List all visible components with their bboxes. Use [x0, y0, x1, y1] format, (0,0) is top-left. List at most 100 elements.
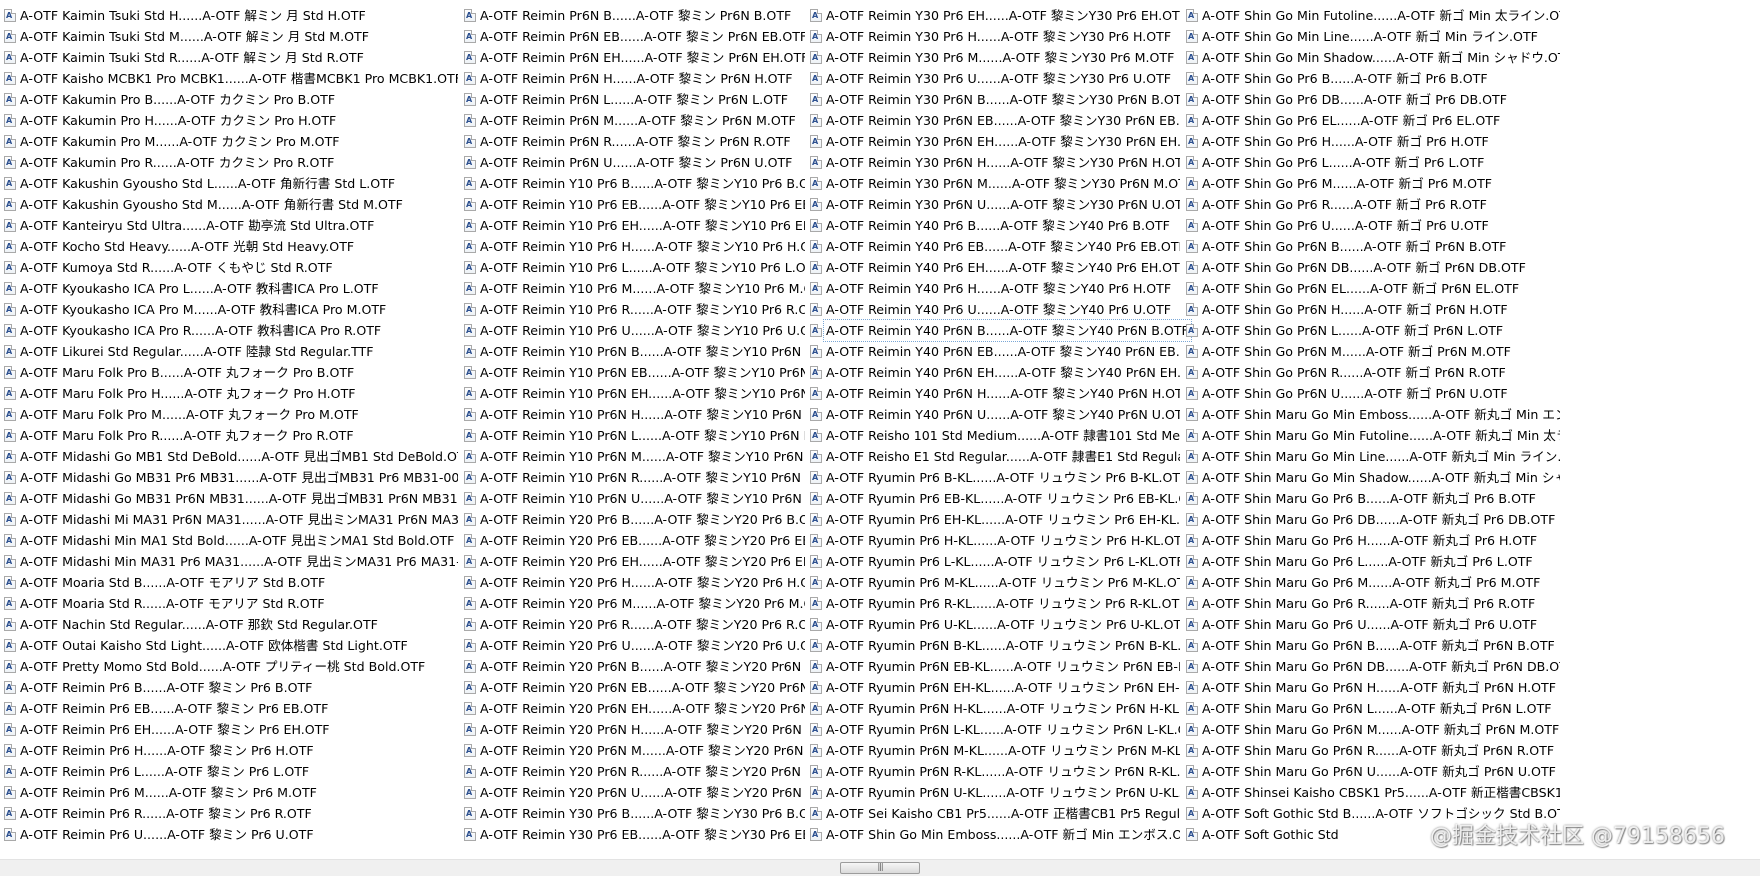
file-item[interactable]: A-OTF Ryumin Pr6 L-KL......A-OTF リュウミン P…	[806, 551, 1180, 572]
file-item[interactable]: A-OTF Shin Go Pr6N U......A-OTF 新ゴ Pr6N …	[1182, 383, 1560, 404]
file-item[interactable]: A-OTF Reimin Y10 Pr6 B......A-OTF 黎ミンY10…	[460, 173, 805, 194]
file-item[interactable]: A-OTF Shin Go Min Shadow......A-OTF 新ゴ M…	[1182, 47, 1560, 68]
file-item[interactable]: A-OTF Reimin Y40 Pr6 EB......A-OTF 黎ミンY4…	[806, 236, 1180, 257]
file-item[interactable]: A-OTF Shin Go Pr6N R......A-OTF 新ゴ Pr6N …	[1182, 362, 1560, 383]
file-item[interactable]: A-OTF Reimin Y20 Pr6 R......A-OTF 黎ミンY20…	[460, 614, 805, 635]
file-item[interactable]: A-OTF Reimin Pr6N U......A-OTF 黎ミン Pr6N …	[460, 152, 805, 173]
file-item[interactable]: A-OTF Reimin Y10 Pr6N B......A-OTF 黎ミンY1…	[460, 341, 805, 362]
file-item[interactable]: A-OTF Moaria Std B......A-OTF モアリア Std B…	[0, 572, 458, 593]
file-item[interactable]: A-OTF Ryumin Pr6 EB-KL......A-OTF リュウミン …	[806, 488, 1180, 509]
file-item[interactable]: A-OTF Reimin Y10 Pr6 M......A-OTF 黎ミンY10…	[460, 278, 805, 299]
file-item[interactable]: A-OTF Reimin Y30 Pr6 B......A-OTF 黎ミンY30…	[460, 803, 805, 824]
file-item[interactable]: A-OTF Ryumin Pr6N M-KL......A-OTF リュウミン …	[806, 740, 1180, 761]
file-item[interactable]: A-OTF Kyoukasho ICA Pro M......A-OTF 教科書…	[0, 299, 458, 320]
file-item[interactable]: A-OTF Reimin Y30 Pr6 EB......A-OTF 黎ミンY3…	[460, 824, 805, 841]
file-item[interactable]: A-OTF Shin Go Pr6 EL......A-OTF 新ゴ Pr6 E…	[1182, 110, 1560, 131]
file-item[interactable]: A-OTF Shin Go Pr6 R......A-OTF 新ゴ Pr6 R.…	[1182, 194, 1560, 215]
file-item[interactable]: A-OTF Reimin Y10 Pr6N L......A-OTF 黎ミンY1…	[460, 425, 805, 446]
file-item[interactable]: A-OTF Kakushin Gyousho Std M......A-OTF …	[0, 194, 458, 215]
file-item[interactable]: A-OTF Ryumin Pr6 B-KL......A-OTF リュウミン P…	[806, 467, 1180, 488]
file-item[interactable]: A-OTF Reimin Y10 Pr6N EH......A-OTF 黎ミンY…	[460, 383, 805, 404]
file-item[interactable]: A-OTF Maru Folk Pro H......A-OTF 丸フォーク P…	[0, 383, 458, 404]
file-item[interactable]: A-OTF Shin Maru Go Pr6N B......A-OTF 新丸ゴ…	[1182, 635, 1560, 656]
file-item[interactable]: A-OTF Outai Kaisho Std Light......A-OTF …	[0, 635, 458, 656]
file-item[interactable]: A-OTF Shin Maru Go Min Futoline......A-O…	[1182, 425, 1560, 446]
file-item[interactable]: A-OTF Shin Go Min Emboss......A-OTF 新ゴ M…	[806, 824, 1180, 841]
file-item[interactable]: A-OTF Reimin Y20 Pr6 U......A-OTF 黎ミンY20…	[460, 635, 805, 656]
file-item[interactable]: A-OTF Reimin Pr6 L......A-OTF 黎ミン Pr6 L.…	[0, 761, 458, 782]
file-item[interactable]: A-OTF Reimin Y20 Pr6N U......A-OTF 黎ミンY2…	[460, 782, 805, 803]
file-item[interactable]: A-OTF Shin Go Pr6N M......A-OTF 新ゴ Pr6N …	[1182, 341, 1560, 362]
file-item[interactable]: A-OTF Reimin Pr6 M......A-OTF 黎ミン Pr6 M.…	[0, 782, 458, 803]
file-item[interactable]: A-OTF Ryumin Pr6N EB-KL......A-OTF リュウミン…	[806, 656, 1180, 677]
file-item[interactable]: A-OTF Ryumin Pr6N L-KL......A-OTF リュウミン …	[806, 719, 1180, 740]
file-item[interactable]: A-OTF Reimin Y30 Pr6N H......A-OTF 黎ミンY3…	[806, 152, 1180, 173]
file-item[interactable]: A-OTF Shin Maru Go Pr6 R......A-OTF 新丸ゴ …	[1182, 593, 1560, 614]
file-item[interactable]: A-OTF Ryumin Pr6 EH-KL......A-OTF リュウミン …	[806, 509, 1180, 530]
file-item[interactable]: A-OTF Reimin Y30 Pr6N U......A-OTF 黎ミンY3…	[806, 194, 1180, 215]
file-item[interactable]: A-OTF Maru Folk Pro R......A-OTF 丸フォーク P…	[0, 425, 458, 446]
file-item[interactable]: A-OTF Shin Go Pr6N L......A-OTF 新ゴ Pr6N …	[1182, 320, 1560, 341]
file-item[interactable]: A-OTF Reimin Y40 Pr6 H......A-OTF 黎ミンY40…	[806, 278, 1180, 299]
file-item[interactable]: A-OTF Kaisho MCBK1 Pro MCBK1......A-OTF …	[0, 68, 458, 89]
file-item[interactable]: A-OTF Kakumin Pro B......A-OTF カクミン Pro …	[0, 89, 458, 110]
file-item[interactable]: A-OTF Pretty Momo Std Bold......A-OTF プリ…	[0, 656, 458, 677]
file-item[interactable]: A-OTF Shin Go Pr6 U......A-OTF 新ゴ Pr6 U.…	[1182, 215, 1560, 236]
file-item[interactable]: A-OTF Reimin Y10 Pr6 R......A-OTF 黎ミンY10…	[460, 299, 805, 320]
file-item[interactable]: A-OTF Reimin Y20 Pr6N H......A-OTF 黎ミンY2…	[460, 719, 805, 740]
file-item[interactable]: A-OTF Kumoya Std R......A-OTF くもやじ Std R…	[0, 257, 458, 278]
file-item[interactable]: A-OTF Ryumin Pr6N H-KL......A-OTF リュウミン …	[806, 698, 1180, 719]
file-item[interactable]: A-OTF Reimin Pr6N B......A-OTF 黎ミン Pr6N …	[460, 5, 805, 26]
file-item[interactable]: A-OTF Shin Go Pr6N B......A-OTF 新ゴ Pr6N …	[1182, 236, 1560, 257]
file-item[interactable]: A-OTF Reimin Y30 Pr6N B......A-OTF 黎ミンY3…	[806, 89, 1180, 110]
file-item[interactable]: A-OTF Reimin Y30 Pr6 M......A-OTF 黎ミンY30…	[806, 47, 1180, 68]
file-item[interactable]: A-OTF Moaria Std R......A-OTF モアリア Std R…	[0, 593, 458, 614]
file-item[interactable]: A-OTF Midashi Mi MA31 Pr6N MA31......A-O…	[0, 509, 458, 530]
file-item[interactable]: A-OTF Kaimin Tsuki Std H......A-OTF 解ミン …	[0, 5, 458, 26]
file-item[interactable]: A-OTF Shinsei Kaisho CBSK1 Pr5......A-OT…	[1182, 782, 1560, 803]
file-item[interactable]: A-OTF Kocho Std Heavy......A-OTF 光朝 Std …	[0, 236, 458, 257]
file-item[interactable]: A-OTF Shin Maru Go Pr6 L......A-OTF 新丸ゴ …	[1182, 551, 1560, 572]
file-item[interactable]: A-OTF Reimin Y40 Pr6N U......A-OTF 黎ミンY4…	[806, 404, 1180, 425]
file-item[interactable]: A-OTF Shin Maru Go Pr6N R......A-OTF 新丸ゴ…	[1182, 740, 1560, 761]
file-item[interactable]: A-OTF Reimin Y40 Pr6N EB......A-OTF 黎ミンY…	[806, 341, 1180, 362]
file-item[interactable]: A-OTF Reimin Pr6N R......A-OTF 黎ミン Pr6N …	[460, 131, 805, 152]
file-item[interactable]: A-OTF Kyoukasho ICA Pro L......A-OTF 教科書…	[0, 278, 458, 299]
file-item[interactable]: A-OTF Midashi Go MB31 Pr6N MB31......A-O…	[0, 488, 458, 509]
file-item[interactable]: A-OTF Reisho E1 Std Regular......A-OTF 隷…	[806, 446, 1180, 467]
file-item[interactable]: A-OTF Reimin Y40 Pr6 EH......A-OTF 黎ミンY4…	[806, 257, 1180, 278]
file-item[interactable]: A-OTF Shin Go Pr6N H......A-OTF 新ゴ Pr6N …	[1182, 299, 1560, 320]
file-item[interactable]: A-OTF Kakumin Pro R......A-OTF カクミン Pro …	[0, 152, 458, 173]
file-item[interactable]: A-OTF Shin Go Pr6 M......A-OTF 新ゴ Pr6 M.…	[1182, 173, 1560, 194]
file-item[interactable]: A-OTF Likurei Std Regular......A-OTF 陸隷 …	[0, 341, 458, 362]
file-item[interactable]: A-OTF Midashi Go MB31 Pr6 MB31......A-OT…	[0, 467, 458, 488]
file-item[interactable]: A-OTF Reimin Y10 Pr6N U......A-OTF 黎ミンY1…	[460, 488, 805, 509]
file-item[interactable]: A-OTF Reimin Pr6 B......A-OTF 黎ミン Pr6 B.…	[0, 677, 458, 698]
file-item[interactable]: A-OTF Reimin Y30 Pr6 EH......A-OTF 黎ミンY3…	[806, 5, 1180, 26]
file-item[interactable]: A-OTF Shin Maru Go Min Line......A-OTF 新…	[1182, 446, 1560, 467]
file-item[interactable]: A-OTF Reimin Y20 Pr6N EB......A-OTF 黎ミンY…	[460, 677, 805, 698]
file-item[interactable]: A-OTF Reimin Y10 Pr6 EB......A-OTF 黎ミンY1…	[460, 194, 805, 215]
file-item[interactable]: A-OTF Shin Go Min Futoline......A-OTF 新ゴ…	[1182, 5, 1560, 26]
file-item[interactable]: A-OTF Reimin Y40 Pr6N H......A-OTF 黎ミンY4…	[806, 383, 1180, 404]
file-item[interactable]: A-OTF Shin Go Pr6 B......A-OTF 新ゴ Pr6 B.…	[1182, 68, 1560, 89]
file-item[interactable]: A-OTF Shin Maru Go Pr6 B......A-OTF 新丸ゴ …	[1182, 488, 1560, 509]
file-item[interactable]: A-OTF Shin Go Pr6 L......A-OTF 新ゴ Pr6 L.…	[1182, 152, 1560, 173]
file-item[interactable]: A-OTF Reimin Y10 Pr6N M......A-OTF 黎ミンY1…	[460, 446, 805, 467]
file-item[interactable]: A-OTF Shin Maru Go Pr6N M......A-OTF 新丸ゴ…	[1182, 719, 1560, 740]
file-item[interactable]: A-OTF Shin Go Pr6N DB......A-OTF 新ゴ Pr6N…	[1182, 257, 1560, 278]
file-item[interactable]: A-OTF Reimin Y30 Pr6N EH......A-OTF 黎ミンY…	[806, 131, 1180, 152]
file-item[interactable]: A-OTF Kyoukasho ICA Pro R......A-OTF 教科書…	[0, 320, 458, 341]
file-item[interactable]: A-OTF Ryumin Pr6N R-KL......A-OTF リュウミン …	[806, 761, 1180, 782]
file-item[interactable]: A-OTF Shin Maru Go Pr6N L......A-OTF 新丸ゴ…	[1182, 698, 1560, 719]
file-item[interactable]: A-OTF Ryumin Pr6 H-KL......A-OTF リュウミン P…	[806, 530, 1180, 551]
file-item[interactable]: A-OTF Midashi Go MB1 Std DeBold......A-O…	[0, 446, 458, 467]
file-item[interactable]: A-OTF Reimin Pr6 U......A-OTF 黎ミン Pr6 U.…	[0, 824, 458, 841]
file-item[interactable]: A-OTF Reimin Pr6N EH......A-OTF 黎ミン Pr6N…	[460, 47, 805, 68]
file-item[interactable]: A-OTF Shin Maru Go Min Emboss......A-OTF…	[1182, 404, 1560, 425]
file-item[interactable]: A-OTF Reimin Pr6 EB......A-OTF 黎ミン Pr6 E…	[0, 698, 458, 719]
file-item[interactable]: A-OTF Ryumin Pr6N B-KL......A-OTF リュウミン …	[806, 635, 1180, 656]
file-item[interactable]: A-OTF Reimin Y40 Pr6 B......A-OTF 黎ミンY40…	[806, 215, 1180, 236]
file-item[interactable]: A-OTF Kaimin Tsuki Std R......A-OTF 解ミン …	[0, 47, 458, 68]
file-item[interactable]: A-OTF Reimin Y20 Pr6N R......A-OTF 黎ミンY2…	[460, 761, 805, 782]
